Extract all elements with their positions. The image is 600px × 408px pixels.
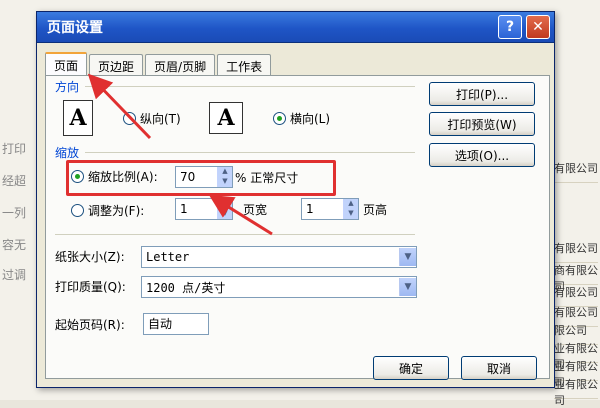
chevron-down-icon[interactable]: ▼: [399, 248, 416, 266]
bg-cell: 有限公司: [554, 240, 598, 263]
print-quality-label: 打印质量(Q):: [55, 280, 126, 294]
fit-wide-suffix: 页宽: [243, 203, 268, 217]
fit-tall-value: 1: [306, 202, 314, 216]
paper-size-select[interactable]: Letter ▼: [141, 246, 417, 268]
chevron-down-icon[interactable]: ▼: [399, 278, 416, 296]
print-button[interactable]: 打印(P)...: [429, 82, 535, 106]
ok-button[interactable]: 确定: [373, 356, 449, 380]
up-arrow-icon[interactable]: ▲: [344, 199, 358, 209]
radio-circle: [71, 204, 84, 217]
bg-text: 一列: [2, 206, 27, 220]
page-setup-dialog: 页面设置 ? ✕ 页面 页边距 页眉/页脚 工作表 方向 A 纵向(T) A 横…: [36, 11, 555, 388]
close-button[interactable]: ✕: [526, 15, 550, 39]
bg-text: 经超: [2, 174, 27, 188]
paper-size-value: Letter: [146, 250, 190, 264]
print-quality-value: 1200 点/英寸: [146, 280, 226, 295]
fit-to-label: 调整为(F):: [88, 204, 145, 218]
fit-tall-spinner[interactable]: 1 ▲ ▼: [301, 198, 359, 220]
divider: [85, 86, 415, 87]
fit-wide-spinner[interactable]: 1 ▲ ▼: [175, 198, 233, 220]
first-page-input[interactable]: 自动: [143, 313, 209, 335]
highlight-box: [66, 160, 336, 196]
bg-cell: 商有限公司: [554, 264, 598, 293]
fit-tall-suffix: 页高: [363, 203, 388, 217]
landscape-radio[interactable]: 横向(L): [273, 110, 330, 127]
radio-circle-selected: [273, 112, 286, 125]
portrait-radio[interactable]: 纵向(T): [123, 110, 181, 127]
bg-text: 容无: [2, 238, 27, 252]
landscape-label: 横向(L): [290, 112, 331, 126]
paper-size-label: 纸张大小(Z):: [55, 250, 125, 264]
portrait-label: 纵向(T): [140, 112, 181, 126]
print-preview-button[interactable]: 打印预览(W): [429, 112, 535, 136]
up-arrow-icon[interactable]: ▲: [218, 199, 232, 209]
landscape-icon: A: [209, 102, 243, 134]
fit-to-radio[interactable]: 调整为(F):: [71, 202, 144, 219]
dialog-title: 页面设置: [47, 20, 103, 36]
divider: [55, 234, 415, 235]
spinner-arrows[interactable]: ▲ ▼: [217, 199, 232, 219]
bg-cell: 业有限公司: [554, 378, 598, 407]
bg-cell: 有限公司: [554, 160, 598, 183]
spinner-arrows[interactable]: ▲ ▼: [343, 199, 358, 219]
divider: [85, 152, 415, 153]
help-button[interactable]: ?: [498, 15, 522, 39]
title-bar[interactable]: 页面设置 ? ✕: [37, 12, 554, 43]
options-button[interactable]: 选项(O)...: [429, 143, 535, 167]
bg-text: 过调: [2, 268, 27, 282]
bg-text: 打印: [2, 142, 27, 156]
fit-wide-value: 1: [180, 202, 188, 216]
print-quality-select[interactable]: 1200 点/英寸 ▼: [141, 276, 417, 298]
down-arrow-icon[interactable]: ▼: [218, 209, 232, 219]
portrait-icon: A: [63, 100, 93, 136]
orientation-group-label: 方向: [55, 80, 80, 94]
cancel-button[interactable]: 取消: [461, 356, 537, 380]
first-page-label: 起始页码(R):: [55, 318, 125, 332]
radio-circle: [123, 112, 136, 125]
down-arrow-icon[interactable]: ▼: [344, 209, 358, 219]
scaling-group-label: 缩放: [55, 146, 80, 160]
